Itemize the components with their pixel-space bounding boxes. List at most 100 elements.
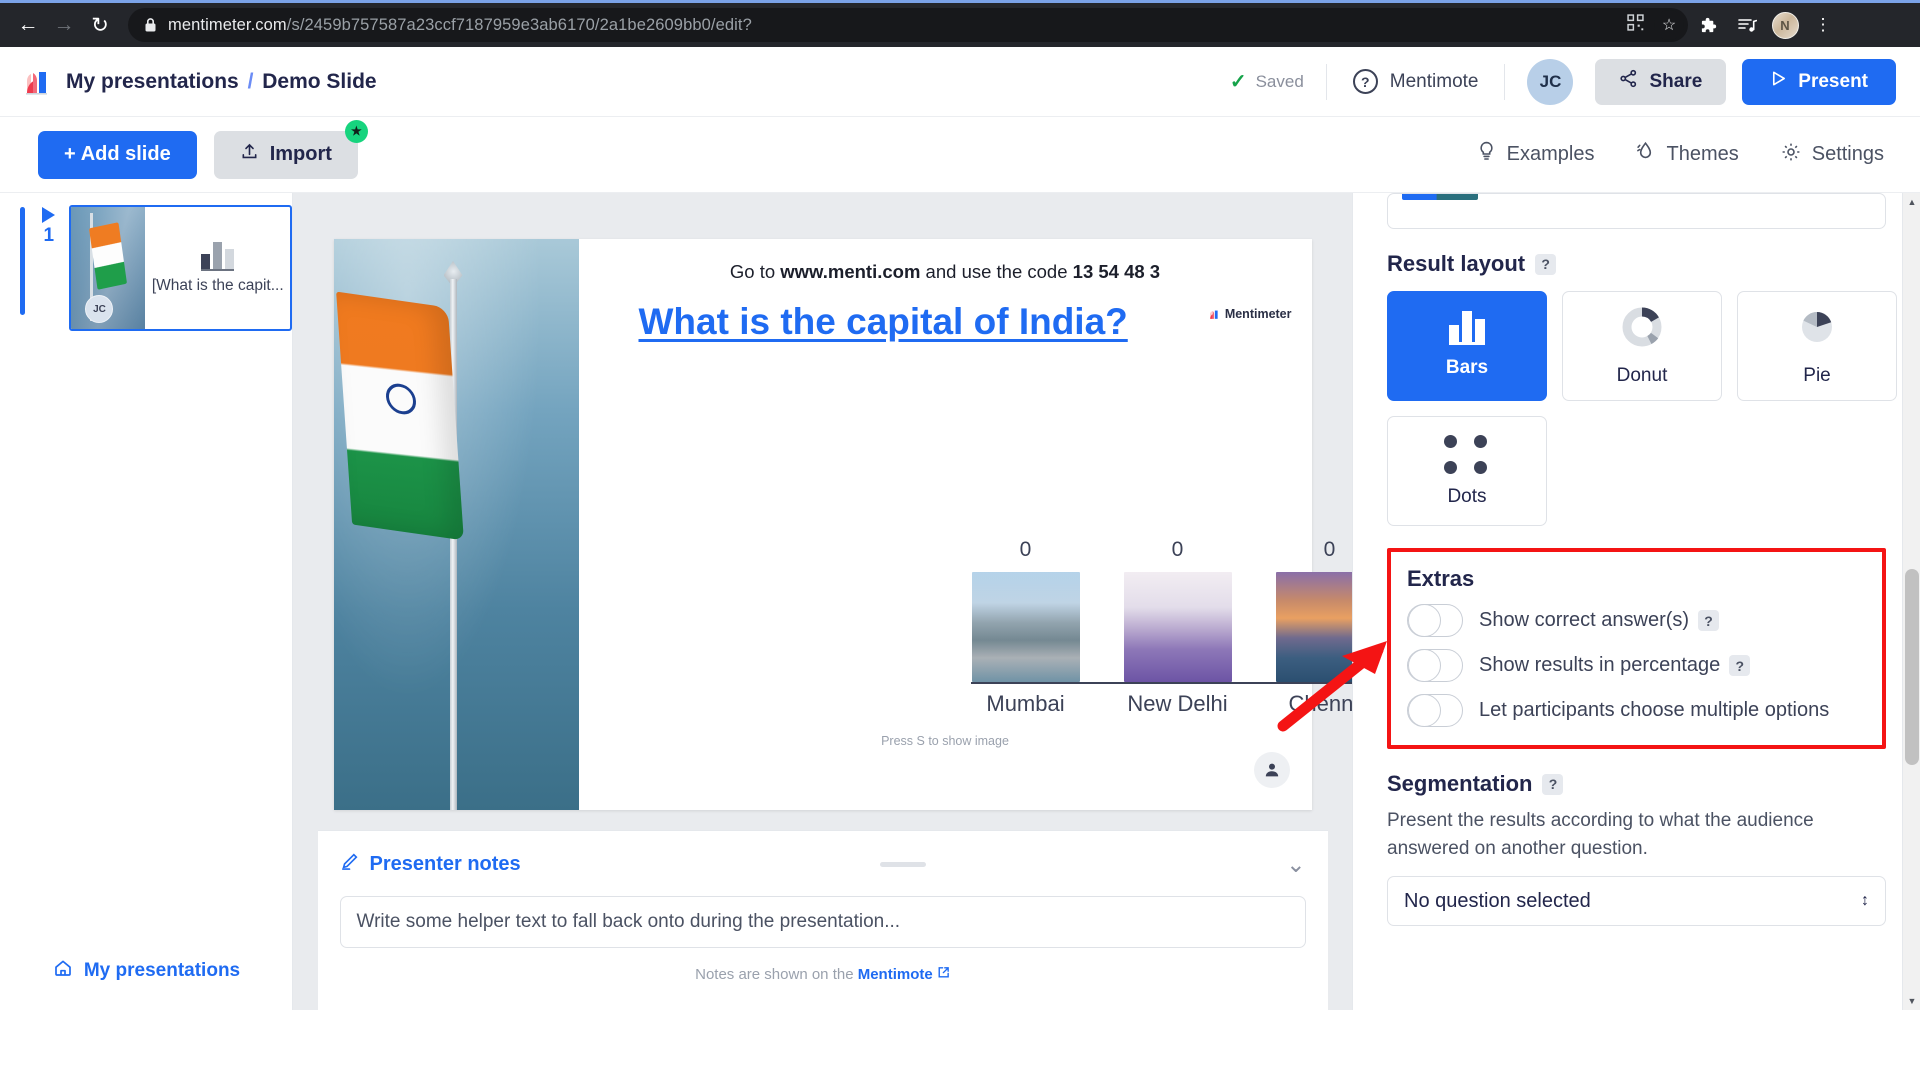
toggle-knob	[1408, 604, 1441, 637]
import-button[interactable]: Import ★	[213, 119, 368, 179]
share-label: Share	[1649, 70, 1703, 92]
toggle-knob	[1408, 694, 1441, 727]
slide-question-title[interactable]: What is the capital of India?	[639, 301, 1128, 343]
settings-button[interactable]: Settings	[1781, 142, 1884, 168]
app-header: My presentations / Demo Slide ✓ Saved ? …	[0, 47, 1920, 117]
breadcrumb-current[interactable]: Demo Slide	[262, 70, 376, 93]
donut-chart-icon	[1621, 306, 1663, 353]
pencil-icon	[340, 852, 359, 877]
mentimeter-logo-icon	[1209, 309, 1220, 320]
reading-list-media-icon[interactable]	[1730, 8, 1764, 42]
toggle-show-percentage-label-group: Show results in percentage ?	[1479, 654, 1751, 677]
question-circle-icon: ?	[1352, 69, 1378, 94]
right-panel-scrollbar[interactable]: ▲ ▼	[1902, 193, 1920, 1010]
share-button[interactable]: Share	[1595, 58, 1727, 105]
extras-row-show-percentage: Show results in percentage ?	[1407, 649, 1866, 682]
external-link-icon[interactable]	[937, 966, 950, 983]
result-layout-options: Bars Donut Pie Dots	[1387, 291, 1897, 526]
segmentation-help-icon[interactable]: ?	[1542, 773, 1564, 795]
browser-toolbar: ← → ↻ mentimeter.com/s/2459b757587a23ccf…	[0, 0, 1920, 47]
segmentation-description: Present the results according to what th…	[1387, 810, 1814, 859]
address-bar[interactable]: mentimeter.com/s/2459b757587a23ccf718795…	[128, 8, 1688, 42]
water-drop-icon	[1636, 141, 1655, 168]
presenter-notes-input[interactable]: Write some helper text to fall back onto…	[339, 896, 1306, 949]
bar-column-new-delhi: 0	[1123, 538, 1233, 682]
forward-button[interactable]: →	[46, 7, 82, 43]
saved-status: ✓ Saved	[1230, 69, 1326, 94]
avatar[interactable]: JC	[1527, 58, 1574, 105]
bar-chart-icon	[1449, 311, 1485, 345]
thumbnail-photo: JC	[71, 207, 146, 329]
toolbar-right-actions: Examples Themes Settings	[1477, 141, 1920, 168]
layout-option-dots-label: Dots	[1447, 485, 1487, 507]
sidebar-slide-1[interactable]: 1 JC [What is the capit...	[0, 193, 292, 331]
extras-heading: Extras	[1407, 566, 1475, 591]
checkmark-icon: ✓	[1229, 71, 1247, 93]
scroll-down-arrow-icon[interactable]: ▼	[1903, 992, 1920, 1010]
present-button[interactable]: Present	[1742, 58, 1896, 105]
chrome-profile-avatar[interactable]: N	[1768, 8, 1802, 42]
breadcrumb-root[interactable]: My presentations	[66, 70, 239, 93]
qr-code-icon[interactable]	[1627, 14, 1644, 35]
result-layout-help-icon[interactable]: ?	[1535, 253, 1557, 275]
header-divider-2	[1504, 63, 1506, 100]
slide-thumbnail[interactable]: JC [What is the capit...	[69, 205, 292, 331]
layout-option-bars[interactable]: Bars	[1387, 291, 1547, 401]
segmentation-select-value: No question selected	[1404, 889, 1591, 912]
toggle-multiple-options[interactable]	[1407, 694, 1463, 727]
slide-background-image[interactable]	[333, 239, 579, 811]
chevron-down-icon[interactable]: ⌄	[1286, 851, 1305, 878]
layout-option-donut[interactable]: Donut	[1562, 291, 1722, 401]
options-field-partial[interactable]	[1387, 193, 1886, 229]
examples-button[interactable]: Examples	[1477, 141, 1595, 168]
toggle-show-correct-answers[interactable]	[1407, 604, 1463, 637]
toggle-multiple-options-label-group: Let participants choose multiple options	[1479, 699, 1829, 722]
back-button[interactable]: ←	[10, 7, 46, 43]
slide-canvas[interactable]: Go to www.menti.com and use the code 13 …	[333, 239, 1481, 811]
segmentation-select[interactable]: No question selected ↕	[1387, 876, 1886, 927]
my-presentations-link[interactable]: My presentations	[0, 958, 293, 984]
scroll-up-arrow-icon[interactable]: ▲	[1903, 193, 1920, 211]
layout-option-dots[interactable]: Dots	[1387, 416, 1547, 526]
thumbnail-india-flag	[89, 222, 128, 290]
address-bar-text: mentimeter.com/s/2459b757587a23ccf718795…	[168, 15, 752, 34]
mentimote-button[interactable]: ? Mentimote	[1327, 69, 1505, 94]
menti-code: 13 54 48 3	[1072, 261, 1161, 282]
presenter-notes-panel: Presenter notes ⌄ Write some helper text…	[317, 830, 1328, 1010]
toggle-show-results-percentage[interactable]	[1407, 649, 1463, 682]
participant-person-icon[interactable]	[1253, 752, 1290, 789]
reload-button[interactable]: ↻	[82, 7, 118, 43]
india-flag-icon	[335, 291, 464, 541]
slide-toolbar: + Add slide Import ★ Examples Themes Set…	[0, 117, 1920, 193]
mentimote-link[interactable]: Mentimote	[858, 966, 933, 983]
show-percentage-help-icon[interactable]: ?	[1729, 655, 1751, 676]
play-triangle-icon	[1770, 70, 1787, 93]
examples-label: Examples	[1506, 143, 1595, 165]
slides-sidebar: 1 JC [What is the capit... My presentati…	[0, 193, 293, 1010]
extras-section: Extras Show correct answer(s) ? Show res…	[1387, 548, 1886, 749]
presenter-notes-title[interactable]: Presenter notes	[340, 852, 521, 877]
toggle-show-correct-answers-label-group: Show correct answer(s) ?	[1479, 609, 1720, 632]
play-triangle-icon[interactable]	[42, 207, 56, 223]
slide-content: Go to www.menti.com and use the code 13 …	[579, 239, 1481, 810]
notes-resize-handle[interactable]	[880, 862, 927, 868]
mentimote-label: Mentimote	[1389, 70, 1479, 92]
thumbnail-avatar: JC	[85, 295, 114, 323]
lightbulb-icon	[1477, 141, 1496, 168]
add-slide-button[interactable]: + Add slide	[38, 130, 197, 179]
slide-number: 1	[43, 225, 55, 246]
bookmark-star-icon[interactable]: ☆	[1654, 10, 1684, 40]
menti-url: www.menti.com	[780, 261, 921, 282]
mentimeter-watermark: Mentimeter	[1209, 307, 1292, 321]
extensions-puzzle-icon[interactable]	[1692, 8, 1726, 42]
result-layout-label: Result layout	[1387, 251, 1526, 276]
scrollbar-thumb[interactable]	[1905, 569, 1919, 765]
themes-button[interactable]: Themes	[1636, 141, 1739, 168]
breadcrumb: My presentations / Demo Slide	[66, 70, 377, 94]
show-correct-answers-help-icon[interactable]: ?	[1698, 610, 1720, 631]
toggle-show-results-percentage-label: Show results in percentage	[1479, 654, 1721, 676]
mentimeter-logo-icon[interactable]	[24, 68, 52, 96]
chrome-menu-icon[interactable]: ⋮	[1806, 8, 1840, 42]
layout-option-pie[interactable]: Pie	[1737, 291, 1897, 401]
upload-icon	[240, 142, 259, 167]
